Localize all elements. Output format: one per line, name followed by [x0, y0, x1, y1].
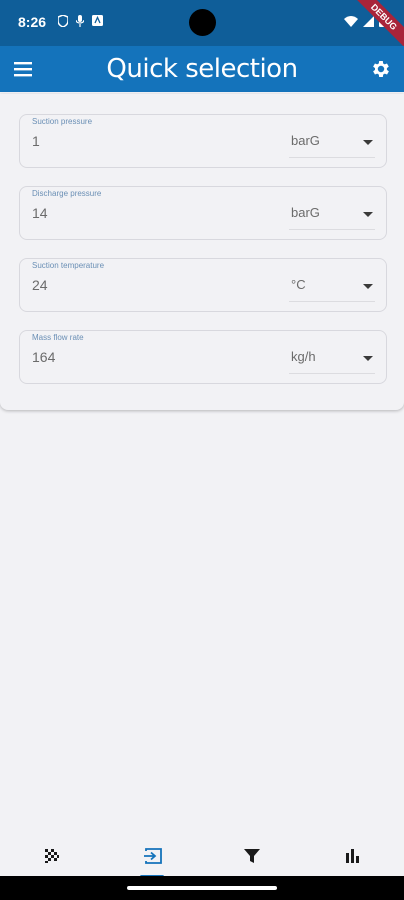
- nav-item-results[interactable]: [22, 836, 82, 876]
- nav-item-input[interactable]: [122, 836, 182, 878]
- unit-dropdown[interactable]: °C: [289, 271, 375, 302]
- suction-pressure-field[interactable]: Suction pressure 1 barG: [19, 114, 387, 168]
- gesture-navigation-bar: [0, 876, 404, 900]
- field-value[interactable]: 1: [32, 133, 40, 149]
- filter-icon: [244, 849, 260, 863]
- status-bar: 8:26 DEBUG: [0, 0, 404, 58]
- app-bar: Quick selection: [0, 46, 404, 92]
- gear-icon[interactable]: [370, 58, 392, 80]
- unit-value: barG: [291, 133, 320, 148]
- unit-value: barG: [291, 205, 320, 220]
- field-label: Discharge pressure: [32, 189, 102, 198]
- dropdown-arrow-icon: [363, 356, 373, 361]
- bottom-navigation: [0, 836, 404, 878]
- input-icon: [144, 848, 162, 864]
- signal-icon: [363, 15, 374, 27]
- camera-cutout: [189, 9, 216, 36]
- nav-item-charts[interactable]: [322, 836, 382, 876]
- dropdown-arrow-icon: [363, 140, 373, 145]
- mic-icon: [76, 15, 84, 27]
- checkered-flag-icon: [45, 849, 59, 863]
- mass-flow-rate-field[interactable]: Mass flow rate 164 kg/h: [19, 330, 387, 384]
- shield-icon: [58, 15, 68, 27]
- unit-dropdown[interactable]: kg/h: [289, 343, 375, 374]
- quick-selection-card: Suction pressure 1 barG Discharge pressu…: [0, 94, 404, 410]
- status-time: 8:26: [18, 14, 47, 30]
- field-value[interactable]: 164: [32, 349, 55, 365]
- field-value[interactable]: 14: [32, 205, 48, 221]
- field-label: Mass flow rate: [32, 333, 84, 342]
- unit-value: °C: [291, 277, 306, 292]
- suction-temperature-field[interactable]: Suction temperature 24 °C: [19, 258, 387, 312]
- home-handle[interactable]: [127, 886, 277, 890]
- field-label: Suction pressure: [32, 117, 93, 126]
- field-value[interactable]: 24: [32, 277, 48, 293]
- status-notification-icons: [58, 15, 103, 27]
- field-label: Suction temperature: [32, 261, 105, 270]
- unit-value: kg/h: [291, 349, 316, 364]
- discharge-pressure-field[interactable]: Discharge pressure 14 barG: [19, 186, 387, 240]
- bar-chart-icon: [346, 849, 359, 863]
- nav-item-filter[interactable]: [222, 836, 282, 876]
- wifi-icon: [344, 15, 358, 27]
- dropdown-arrow-icon: [363, 212, 373, 217]
- unit-dropdown[interactable]: barG: [289, 199, 375, 230]
- unit-dropdown[interactable]: barG: [289, 127, 375, 158]
- app-notification-icon: [92, 15, 103, 26]
- page-title: Quick selection: [106, 54, 298, 84]
- dropdown-arrow-icon: [363, 284, 373, 289]
